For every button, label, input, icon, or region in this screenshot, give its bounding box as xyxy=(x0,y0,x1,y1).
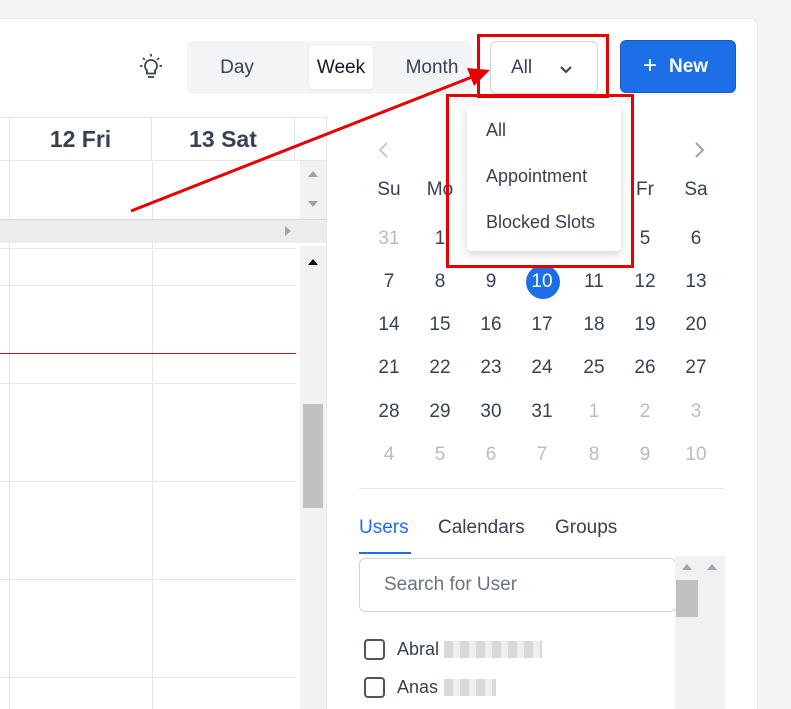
calendar-day[interactable]: 10 xyxy=(522,271,562,293)
calendar-day[interactable]: 7 xyxy=(522,444,562,466)
calendar-day[interactable]: 6 xyxy=(471,444,511,466)
calendar-day[interactable]: 18 xyxy=(574,314,614,336)
scroll-up-icon[interactable] xyxy=(682,564,692,570)
scroll-down-icon[interactable] xyxy=(308,201,318,207)
grid-column-divider xyxy=(9,118,10,709)
hour-line xyxy=(0,248,296,249)
chevron-left-icon[interactable] xyxy=(375,140,393,160)
chevron-right-icon[interactable] xyxy=(690,140,708,160)
user-list-item[interactable]: Abral xyxy=(364,637,554,661)
calendar-day[interactable]: 6 xyxy=(676,228,716,250)
hour-line xyxy=(0,285,296,286)
calendar-day[interactable]: 5 xyxy=(420,444,460,466)
view-switcher: Day Week Month xyxy=(187,41,472,94)
calendar-day[interactable]: 23 xyxy=(471,357,511,379)
user-list-item[interactable]: Anas xyxy=(364,675,554,699)
hour-line xyxy=(0,383,296,384)
allday-scrollbar[interactable] xyxy=(300,161,326,219)
calendar-day[interactable]: 16 xyxy=(471,314,511,336)
user-name: Abral xyxy=(397,639,440,659)
calendar-day[interactable]: 13 xyxy=(676,271,716,293)
calendar-day[interactable]: 17 xyxy=(522,314,562,336)
new-button[interactable]: + New xyxy=(620,40,736,93)
user-search-input[interactable] xyxy=(359,558,676,612)
hour-line xyxy=(0,579,296,580)
scroll-up-icon[interactable] xyxy=(707,564,717,570)
new-button-label: New xyxy=(669,56,709,77)
day-view-button[interactable]: Day xyxy=(197,46,277,89)
calendar-day[interactable]: 7 xyxy=(369,271,409,293)
horizontal-scrollbar[interactable] xyxy=(0,219,326,243)
grid-scrollbar[interactable] xyxy=(300,246,326,709)
user-checkbox[interactable] xyxy=(364,677,385,698)
annotation-highlight-box xyxy=(477,34,609,98)
calendar-day[interactable]: 8 xyxy=(420,271,460,293)
redacted-text xyxy=(444,679,496,696)
active-tab-indicator xyxy=(359,552,411,554)
scroll-right-icon[interactable] xyxy=(285,226,291,236)
column-header-sat: 13 Sat xyxy=(152,118,295,160)
calendar-day[interactable]: 9 xyxy=(625,444,665,466)
calendar-day[interactable]: 4 xyxy=(369,444,409,466)
scroll-up-icon[interactable] xyxy=(308,171,318,177)
calendar-day[interactable]: 21 xyxy=(369,357,409,379)
hour-line xyxy=(0,481,296,482)
tab-groups[interactable]: Groups xyxy=(555,517,617,539)
week-grid: 12 Fri 13 Sat xyxy=(0,117,327,709)
calendar-day[interactable]: 9 xyxy=(471,271,511,293)
annotation-highlight-box xyxy=(446,94,634,268)
calendar-day[interactable]: 11 xyxy=(574,271,614,293)
scroll-up-icon[interactable] xyxy=(308,259,318,265)
calendar-day[interactable]: 15 xyxy=(420,314,460,336)
calendar-day[interactable]: 20 xyxy=(676,314,716,336)
calendar-day[interactable]: 31 xyxy=(369,228,409,250)
calendar-day[interactable]: 19 xyxy=(625,314,665,336)
grid-divider xyxy=(0,160,326,161)
calendar-day[interactable]: 10 xyxy=(676,444,716,466)
week-view-button[interactable]: Week xyxy=(309,46,373,89)
weekday-label: Su xyxy=(377,179,401,200)
calendar-day[interactable]: 25 xyxy=(574,357,614,379)
scrollbar-thumb[interactable] xyxy=(303,404,323,508)
user-name: Anas xyxy=(397,677,439,697)
calendar-day[interactable]: 22 xyxy=(420,357,460,379)
calendar-day[interactable]: 30 xyxy=(471,401,511,423)
scrollbar-thumb[interactable] xyxy=(676,580,698,617)
calendar-day[interactable]: 14 xyxy=(369,314,409,336)
calendar-day[interactable]: 28 xyxy=(369,401,409,423)
calendar-day[interactable]: 31 xyxy=(522,401,562,423)
calendar-day[interactable]: 1 xyxy=(574,401,614,423)
calendar-day[interactable]: 3 xyxy=(676,401,716,423)
calendar-day[interactable]: 29 xyxy=(420,401,460,423)
calendar-day[interactable]: 24 xyxy=(522,357,562,379)
tab-users[interactable]: Users xyxy=(359,517,409,539)
calendar-day[interactable]: 27 xyxy=(676,357,716,379)
tab-calendars[interactable]: Calendars xyxy=(438,517,525,539)
calendar-day[interactable]: 26 xyxy=(625,357,665,379)
user-list-scrollbar[interactable] xyxy=(675,556,725,709)
lightbulb-icon[interactable] xyxy=(136,53,166,83)
hour-line xyxy=(0,677,296,678)
calendar-day[interactable]: 2 xyxy=(625,401,665,423)
redacted-text xyxy=(444,641,542,658)
user-checkbox[interactable] xyxy=(364,639,385,660)
plus-icon: + xyxy=(643,52,658,79)
calendar-day[interactable]: 8 xyxy=(574,444,614,466)
divider xyxy=(359,488,724,489)
month-view-button[interactable]: Month xyxy=(397,46,467,89)
column-header-fri: 12 Fri xyxy=(10,118,152,160)
calendar-day[interactable]: 12 xyxy=(625,271,665,293)
weekday-label: Sa xyxy=(684,179,708,200)
current-time-indicator xyxy=(0,353,296,354)
